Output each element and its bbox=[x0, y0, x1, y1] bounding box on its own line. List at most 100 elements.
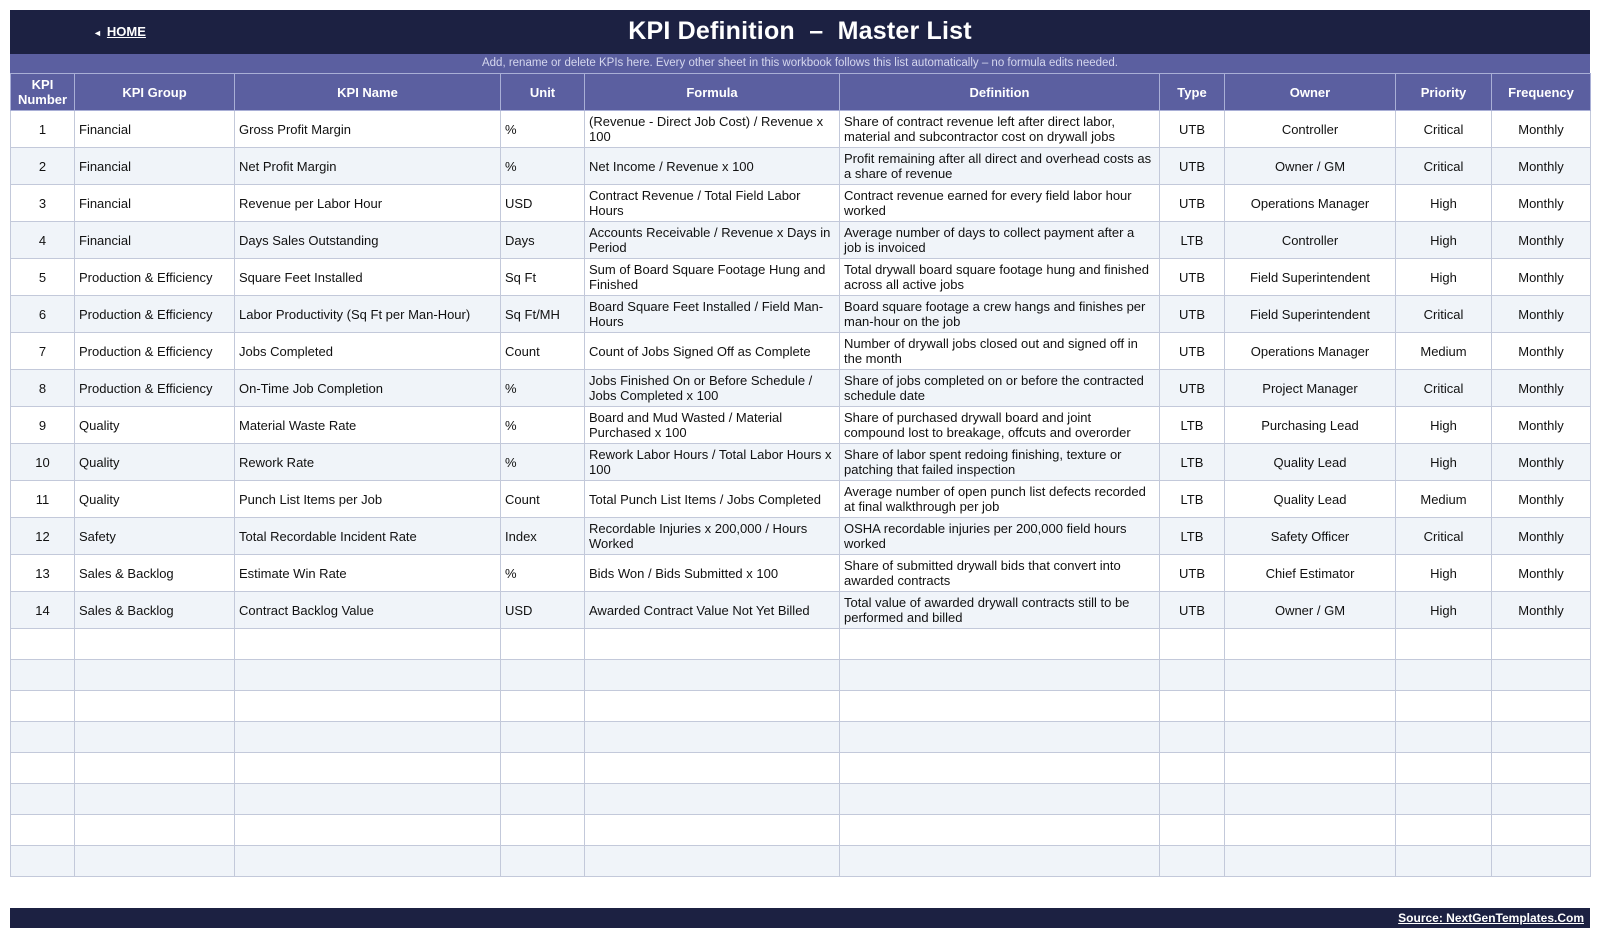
empty-cell-type[interactable] bbox=[1159, 659, 1225, 691]
cell-owner[interactable]: Operations Manager bbox=[1224, 184, 1396, 222]
cell-type[interactable]: UTB bbox=[1159, 369, 1225, 407]
cell-kpi-group[interactable]: Quality bbox=[74, 480, 235, 518]
cell-owner[interactable]: Quality Lead bbox=[1224, 480, 1396, 518]
cell-unit[interactable]: % bbox=[500, 369, 585, 407]
cell-owner[interactable]: Project Manager bbox=[1224, 369, 1396, 407]
empty-cell-unit[interactable] bbox=[500, 690, 585, 722]
cell-priority[interactable]: Critical bbox=[1395, 369, 1492, 407]
cell-kpi-group[interactable]: Safety bbox=[74, 517, 235, 555]
cell-type[interactable]: UTB bbox=[1159, 147, 1225, 185]
cell-formula[interactable]: Bids Won / Bids Submitted x 100 bbox=[584, 554, 840, 592]
cell-kpi-group[interactable]: Production & Efficiency bbox=[74, 332, 235, 370]
cell-kpi-name[interactable]: Contract Backlog Value bbox=[234, 591, 501, 629]
empty-cell-kpi-name[interactable] bbox=[234, 721, 501, 753]
empty-cell-priority[interactable] bbox=[1395, 783, 1492, 815]
empty-cell-type[interactable] bbox=[1159, 721, 1225, 753]
cell-kpi-name[interactable]: Total Recordable Incident Rate bbox=[234, 517, 501, 555]
cell-type[interactable]: LTB bbox=[1159, 480, 1225, 518]
cell-kpi-number[interactable]: 6 bbox=[10, 295, 75, 333]
empty-cell-kpi-name[interactable] bbox=[234, 845, 501, 877]
empty-cell-owner[interactable] bbox=[1224, 628, 1396, 660]
column-header-kpi-name[interactable]: KPI Name bbox=[234, 73, 501, 111]
column-header-kpi-number[interactable]: KPI Number bbox=[10, 73, 75, 111]
cell-frequency[interactable]: Monthly bbox=[1491, 332, 1591, 370]
cell-definition[interactable]: Share of jobs completed on or before the… bbox=[839, 369, 1160, 407]
empty-cell-kpi-group[interactable] bbox=[74, 814, 235, 846]
cell-formula[interactable]: Count of Jobs Signed Off as Complete bbox=[584, 332, 840, 370]
empty-cell-priority[interactable] bbox=[1395, 845, 1492, 877]
empty-cell-type[interactable] bbox=[1159, 690, 1225, 722]
column-header-unit[interactable]: Unit bbox=[500, 73, 585, 111]
cell-type[interactable]: UTB bbox=[1159, 295, 1225, 333]
empty-cell-priority[interactable] bbox=[1395, 814, 1492, 846]
cell-kpi-name[interactable]: Square Feet Installed bbox=[234, 258, 501, 296]
empty-cell-frequency[interactable] bbox=[1491, 783, 1591, 815]
cell-frequency[interactable]: Monthly bbox=[1491, 221, 1591, 259]
empty-cell-unit[interactable] bbox=[500, 814, 585, 846]
cell-owner[interactable]: Operations Manager bbox=[1224, 332, 1396, 370]
cell-priority[interactable]: High bbox=[1395, 554, 1492, 592]
cell-kpi-group[interactable]: Financial bbox=[74, 221, 235, 259]
empty-cell-kpi-name[interactable] bbox=[234, 690, 501, 722]
cell-unit[interactable]: Sq Ft bbox=[500, 258, 585, 296]
cell-formula[interactable]: Board and Mud Wasted / Material Purchase… bbox=[584, 406, 840, 444]
empty-cell-kpi-number[interactable] bbox=[10, 752, 75, 784]
column-header-owner[interactable]: Owner bbox=[1224, 73, 1396, 111]
empty-cell-unit[interactable] bbox=[500, 783, 585, 815]
cell-kpi-name[interactable]: Estimate Win Rate bbox=[234, 554, 501, 592]
cell-unit[interactable]: Count bbox=[500, 332, 585, 370]
cell-unit[interactable]: % bbox=[500, 110, 585, 148]
cell-type[interactable]: LTB bbox=[1159, 221, 1225, 259]
cell-formula[interactable]: Rework Labor Hours / Total Labor Hours x… bbox=[584, 443, 840, 481]
cell-kpi-number[interactable]: 13 bbox=[10, 554, 75, 592]
cell-priority[interactable]: High bbox=[1395, 406, 1492, 444]
column-header-frequency[interactable]: Frequency bbox=[1491, 73, 1591, 111]
empty-cell-type[interactable] bbox=[1159, 628, 1225, 660]
cell-kpi-number[interactable]: 8 bbox=[10, 369, 75, 407]
cell-type[interactable]: LTB bbox=[1159, 406, 1225, 444]
cell-frequency[interactable]: Monthly bbox=[1491, 110, 1591, 148]
cell-priority[interactable]: Critical bbox=[1395, 295, 1492, 333]
cell-definition[interactable]: Profit remaining after all direct and ov… bbox=[839, 147, 1160, 185]
cell-formula[interactable]: Accounts Receivable / Revenue x Days in … bbox=[584, 221, 840, 259]
cell-owner[interactable]: Quality Lead bbox=[1224, 443, 1396, 481]
empty-cell-definition[interactable] bbox=[839, 659, 1160, 691]
empty-cell-type[interactable] bbox=[1159, 845, 1225, 877]
empty-cell-definition[interactable] bbox=[839, 628, 1160, 660]
cell-formula[interactable]: Recordable Injuries x 200,000 / Hours Wo… bbox=[584, 517, 840, 555]
empty-cell-kpi-number[interactable] bbox=[10, 814, 75, 846]
cell-kpi-number[interactable]: 9 bbox=[10, 406, 75, 444]
empty-cell-priority[interactable] bbox=[1395, 659, 1492, 691]
cell-kpi-group[interactable]: Financial bbox=[74, 147, 235, 185]
cell-priority[interactable]: High bbox=[1395, 591, 1492, 629]
cell-kpi-group[interactable]: Sales & Backlog bbox=[74, 591, 235, 629]
cell-definition[interactable]: Total value of awarded drywall contracts… bbox=[839, 591, 1160, 629]
cell-owner[interactable]: Controller bbox=[1224, 221, 1396, 259]
empty-cell-priority[interactable] bbox=[1395, 752, 1492, 784]
cell-priority[interactable]: High bbox=[1395, 443, 1492, 481]
cell-owner[interactable]: Field Superintendent bbox=[1224, 258, 1396, 296]
cell-kpi-group[interactable]: Financial bbox=[74, 110, 235, 148]
cell-frequency[interactable]: Monthly bbox=[1491, 443, 1591, 481]
cell-owner[interactable]: Owner / GM bbox=[1224, 147, 1396, 185]
empty-cell-owner[interactable] bbox=[1224, 752, 1396, 784]
cell-kpi-name[interactable]: Rework Rate bbox=[234, 443, 501, 481]
column-header-type[interactable]: Type bbox=[1159, 73, 1225, 111]
cell-kpi-group[interactable]: Quality bbox=[74, 443, 235, 481]
empty-cell-formula[interactable] bbox=[584, 814, 840, 846]
cell-owner[interactable]: Purchasing Lead bbox=[1224, 406, 1396, 444]
empty-cell-formula[interactable] bbox=[584, 659, 840, 691]
cell-priority[interactable]: Medium bbox=[1395, 480, 1492, 518]
cell-kpi-number[interactable]: 7 bbox=[10, 332, 75, 370]
cell-type[interactable]: UTB bbox=[1159, 184, 1225, 222]
cell-kpi-number[interactable]: 14 bbox=[10, 591, 75, 629]
empty-cell-frequency[interactable] bbox=[1491, 721, 1591, 753]
empty-cell-kpi-group[interactable] bbox=[74, 721, 235, 753]
empty-cell-unit[interactable] bbox=[500, 752, 585, 784]
empty-cell-kpi-group[interactable] bbox=[74, 783, 235, 815]
cell-priority[interactable]: High bbox=[1395, 221, 1492, 259]
cell-formula[interactable]: Board Square Feet Installed / Field Man-… bbox=[584, 295, 840, 333]
cell-frequency[interactable]: Monthly bbox=[1491, 295, 1591, 333]
empty-cell-kpi-group[interactable] bbox=[74, 659, 235, 691]
cell-kpi-group[interactable]: Financial bbox=[74, 184, 235, 222]
